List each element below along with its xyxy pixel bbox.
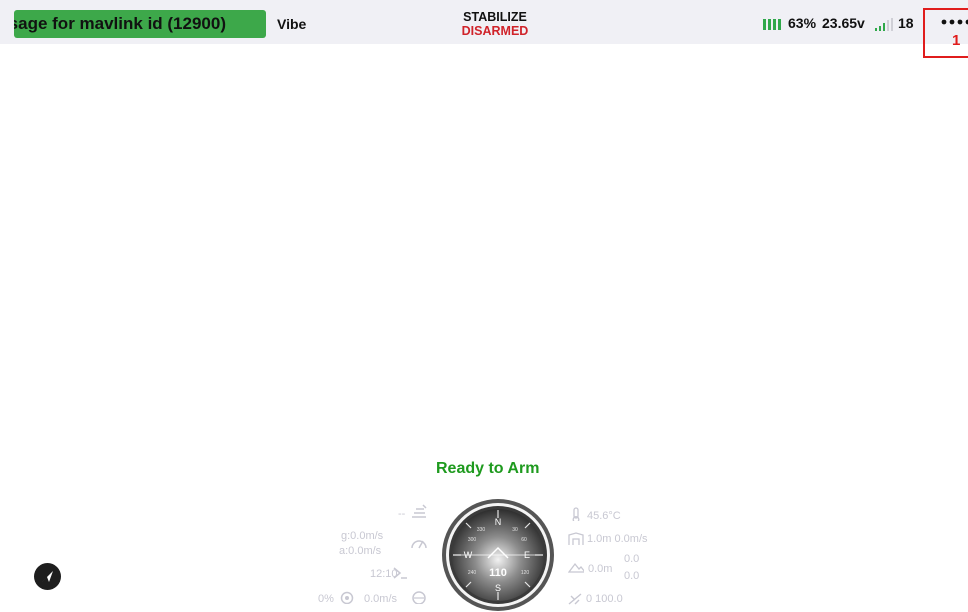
altitude-icon <box>568 532 584 545</box>
wp-distance-value: -- <box>398 508 406 520</box>
throttle-icon <box>340 591 354 604</box>
altitude-value: 1.0m 0.0m/s <box>587 533 648 545</box>
compass-dial: N E S W 30 60 120 240 300 330 110 <box>442 499 554 611</box>
battery-percent[interactable]: 63% <box>788 15 816 31</box>
compass-tick-300: 300 <box>468 537 477 543</box>
compass-tick-330: 330 <box>477 527 486 533</box>
compass-east-label: E <box>524 550 530 560</box>
coord-bottom-value: 0.0 <box>624 570 640 582</box>
coord-top-value: 0.0 <box>624 553 640 565</box>
top-status-bar: Bad message for mavlink id (12900) Vibe … <box>0 0 968 44</box>
arm-state-text: DISARMED <box>461 24 529 38</box>
throttle-value: 0% <box>318 593 334 605</box>
temperature-value: 45.6°C <box>587 510 621 522</box>
vertical-speed-value: 0.0m/s <box>364 593 398 605</box>
air-speed-value: a:0.0m/s <box>339 545 382 557</box>
gps-value: 0 100.0 <box>586 593 623 605</box>
flight-mode-text: STABILIZE <box>463 10 527 24</box>
send-location-button[interactable] <box>34 563 61 590</box>
battery-icon <box>763 19 781 30</box>
vertical-speed-icon <box>412 591 426 604</box>
annotation-highlight-box <box>923 8 968 58</box>
home-distance-icon <box>568 562 584 573</box>
more-dots-icon[interactable] <box>941 19 968 25</box>
compass-west-label: W <box>464 550 473 560</box>
navigation-arrow-icon <box>42 571 53 582</box>
satellite-count[interactable]: 18 <box>898 15 914 31</box>
ready-to-arm-text: Ready to Arm <box>436 460 540 477</box>
ground-speed-value: g:0.0m/s <box>341 530 384 542</box>
flight-mode-indicator[interactable]: STABILIZE DISARMED <box>440 10 550 38</box>
compass-south-label: S <box>495 583 501 593</box>
status-message-text: Bad message for mavlink id (12900) <box>14 14 226 33</box>
compass-tick-30: 30 <box>512 527 518 533</box>
compass-north-label: N <box>495 517 502 527</box>
voltage-readout[interactable]: 23.65v <box>822 15 865 31</box>
signal-strength-icon <box>875 18 893 31</box>
home-distance-value: 0.0m <box>588 563 613 575</box>
waypoint-distance-icon <box>412 504 427 518</box>
status-message-banner[interactable]: Bad message for mavlink id (12900) <box>14 10 266 38</box>
vibe-button[interactable]: Vibe <box>277 16 306 32</box>
compass-tick-240: 240 <box>468 570 477 576</box>
compass-tick-60: 60 <box>521 537 527 543</box>
gps-icon <box>568 593 582 605</box>
annotation-number: 1 <box>952 32 961 49</box>
compass-tick-120: 120 <box>521 570 530 576</box>
speedometer-icon <box>411 540 427 549</box>
compass-heading-value: 110 <box>489 567 507 579</box>
thermometer-icon <box>572 507 580 521</box>
flight-time-icon <box>393 567 407 579</box>
